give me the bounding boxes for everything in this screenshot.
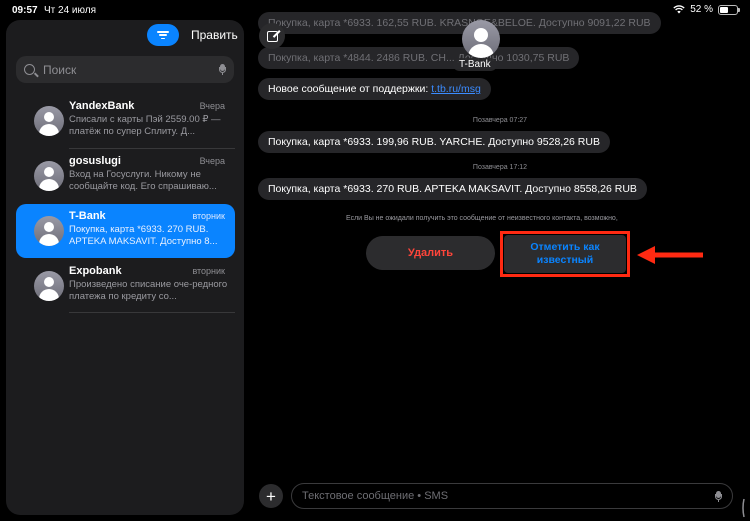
- conversation-name: Expobank: [69, 265, 122, 277]
- message-bubble[interactable]: Покупка, карта *6933. 162,55 RUB. KRASNO…: [258, 12, 661, 34]
- microphone-icon[interactable]: [715, 490, 722, 502]
- mark-known-label-line2: известный: [536, 254, 594, 266]
- conversation-item-expobank[interactable]: Expobank вторник Произведено списание оч…: [16, 259, 235, 313]
- conversation-preview: Вход на Госуслуги. Никому не сообщайте к…: [69, 169, 217, 192]
- chat-pane: Покупка, карта *6933. 162,55 RUB. KRASNO…: [250, 12, 750, 521]
- conversation-name: T-Bank: [69, 210, 106, 222]
- conversation-item-tbank[interactable]: T-Bank вторник Покупка, карта *6933. 270…: [16, 204, 235, 258]
- unknown-sender-notice: Если Вы не ожидали получить это сообщени…: [346, 215, 618, 222]
- plus-icon: +: [266, 486, 276, 506]
- search-placeholder: Поиск: [43, 62, 77, 77]
- battery-icon: [718, 4, 740, 15]
- search-icon: [24, 64, 35, 75]
- support-link[interactable]: t.tb.ru/msg: [431, 83, 481, 95]
- message-bubble[interactable]: Покупка, карта *6933. 270 RUB. APTEKA MA…: [258, 178, 647, 200]
- delete-button[interactable]: Удалить: [366, 236, 495, 270]
- resize-handle-icon[interactable]: [741, 498, 745, 518]
- conversation-item-gosuslugi[interactable]: gosuslugi Вчера Вход на Госуслуги. Ником…: [16, 149, 235, 203]
- avatar: [34, 106, 64, 136]
- battery-fill: [720, 6, 729, 13]
- conversation-time: Вчера: [199, 101, 225, 111]
- status-right: 52 %: [673, 4, 740, 15]
- conversation-time: Вчера: [199, 156, 225, 166]
- conversation-time: вторник: [192, 211, 225, 221]
- filter-icon: [157, 31, 169, 39]
- message-bubble[interactable]: Покупка, карта *6933. 199,96 RUB. YARCHE…: [258, 131, 610, 153]
- conversation-sidebar: Править Поиск YandexBank Вчера Списали с…: [6, 20, 244, 515]
- microphone-icon[interactable]: [219, 64, 226, 75]
- timestamp: Позавчера 17:12: [472, 164, 528, 171]
- mark-known-button[interactable]: Отметить как известный: [504, 235, 626, 273]
- conversation-preview: Покупка, карта *6933. 270 RUB. APTEKA MA…: [69, 224, 218, 247]
- support-message-text: Новое сообщение от поддержки:: [268, 83, 432, 95]
- status-date: Чт 24 июля: [44, 5, 97, 16]
- compose-icon: [266, 30, 278, 42]
- avatar: [34, 216, 64, 246]
- conversation-preview: Списали с карты Пэй 2559.00 ₽ — платёж п…: [69, 114, 221, 137]
- contact-name[interactable]: T-Bank: [453, 58, 497, 71]
- battery-percent: 52 %: [690, 4, 713, 15]
- attach-plus-button[interactable]: +: [259, 484, 283, 508]
- filter-button[interactable]: [147, 24, 179, 46]
- conversation-preview: Произведено списание оче-редного платежа…: [69, 279, 228, 302]
- divider: [69, 312, 235, 313]
- avatar: [34, 271, 64, 301]
- mark-known-label-line1: Отметить как: [530, 241, 600, 253]
- compose-button[interactable]: [259, 23, 285, 49]
- timestamp: Позавчера 07:27: [472, 117, 528, 124]
- conversation-name: gosuslugi: [69, 155, 121, 167]
- pointer-arrow-icon: [637, 246, 703, 264]
- status-time: 09:57: [12, 5, 38, 16]
- avatar: [34, 161, 64, 191]
- wifi-icon: [673, 5, 685, 14]
- message-input[interactable]: Текстовое сообщение • SMS: [291, 483, 733, 509]
- conversation-name: YandexBank: [69, 100, 135, 112]
- conversation-item-yandexbank[interactable]: YandexBank Вчера Списали с карты Пэй 255…: [16, 94, 235, 148]
- conversation-time: вторник: [192, 266, 225, 276]
- search-field[interactable]: Поиск: [16, 56, 234, 83]
- contact-avatar[interactable]: [462, 20, 500, 58]
- edit-button[interactable]: Править: [191, 28, 238, 42]
- message-bubble[interactable]: Покупка, карта *4844. 2486 RUB. CH... До…: [258, 47, 580, 69]
- support-message-bubble[interactable]: Новое сообщение от поддержки: t.tb.ru/ms…: [258, 78, 491, 100]
- message-input-placeholder: Текстовое сообщение • SMS: [302, 490, 449, 502]
